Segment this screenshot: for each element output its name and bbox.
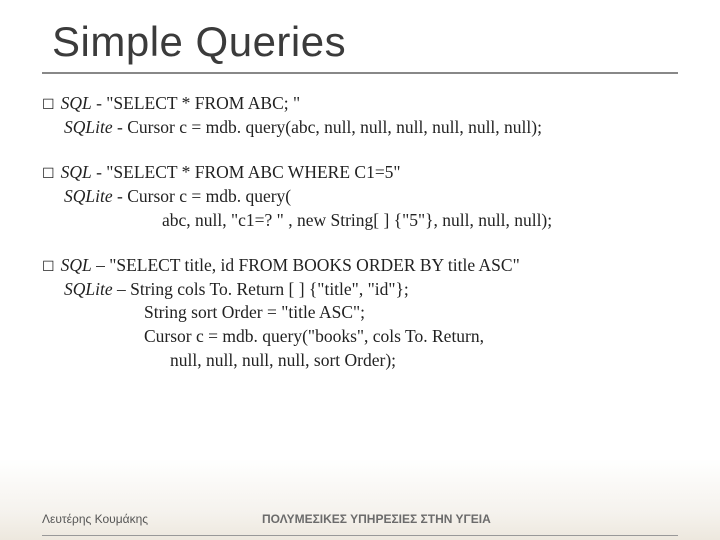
line: SQLite - Cursor c = mdb. query( xyxy=(42,185,678,209)
footer-author: Λευτέρης Κουμάκης xyxy=(42,512,262,526)
bullet-icon: ☐ xyxy=(42,257,55,276)
line-text: SQL – "SELECT title, id FROM BOOKS ORDER… xyxy=(61,254,520,278)
line: String sort Order = "title ASC"; xyxy=(42,301,678,325)
query-block-2: ☐ SQL - "SELECT * FROM ABC WHERE C1=5" S… xyxy=(42,161,678,232)
bullet-icon: ☐ xyxy=(42,164,55,183)
query-block-3: ☐ SQL – "SELECT title, id FROM BOOKS ORD… xyxy=(42,254,678,372)
slide-content: ☐ SQL - "SELECT * FROM ABC; " SQLite - C… xyxy=(0,74,720,372)
line: ☐ SQL - "SELECT * FROM ABC; " xyxy=(42,92,678,116)
footer: Λευτέρης Κουμάκης ΠΟΛΥΜΕΣΙΚΕΣ ΥΠΗΡΕΣΙΕΣ … xyxy=(0,512,720,526)
line-text: SQL - "SELECT * FROM ABC; " xyxy=(61,92,301,116)
slide-title: Simple Queries xyxy=(0,0,720,66)
footer-course: ΠΟΛΥΜΕΣΙΚΕΣ ΥΠΗΡΕΣΙΕΣ ΣΤΗΝ ΥΓΕΙΑ xyxy=(262,512,491,526)
line: abc, null, "c1=? " , new String[ ] {"5"}… xyxy=(42,209,678,233)
line: SQLite - Cursor c = mdb. query(abc, null… xyxy=(42,116,678,140)
line: ☐ SQL - "SELECT * FROM ABC WHERE C1=5" xyxy=(42,161,678,185)
query-block-1: ☐ SQL - "SELECT * FROM ABC; " SQLite - C… xyxy=(42,92,678,139)
bullet-icon: ☐ xyxy=(42,95,55,114)
line-text: SQL - "SELECT * FROM ABC WHERE C1=5" xyxy=(61,161,401,185)
line: ☐ SQL – "SELECT title, id FROM BOOKS ORD… xyxy=(42,254,678,278)
footer-underline xyxy=(42,535,678,537)
line: Cursor c = mdb. query("books", cols To. … xyxy=(42,325,678,349)
line: SQLite – String cols To. Return [ ] {"ti… xyxy=(42,278,678,302)
line: null, null, null, null, sort Order); xyxy=(42,349,678,373)
